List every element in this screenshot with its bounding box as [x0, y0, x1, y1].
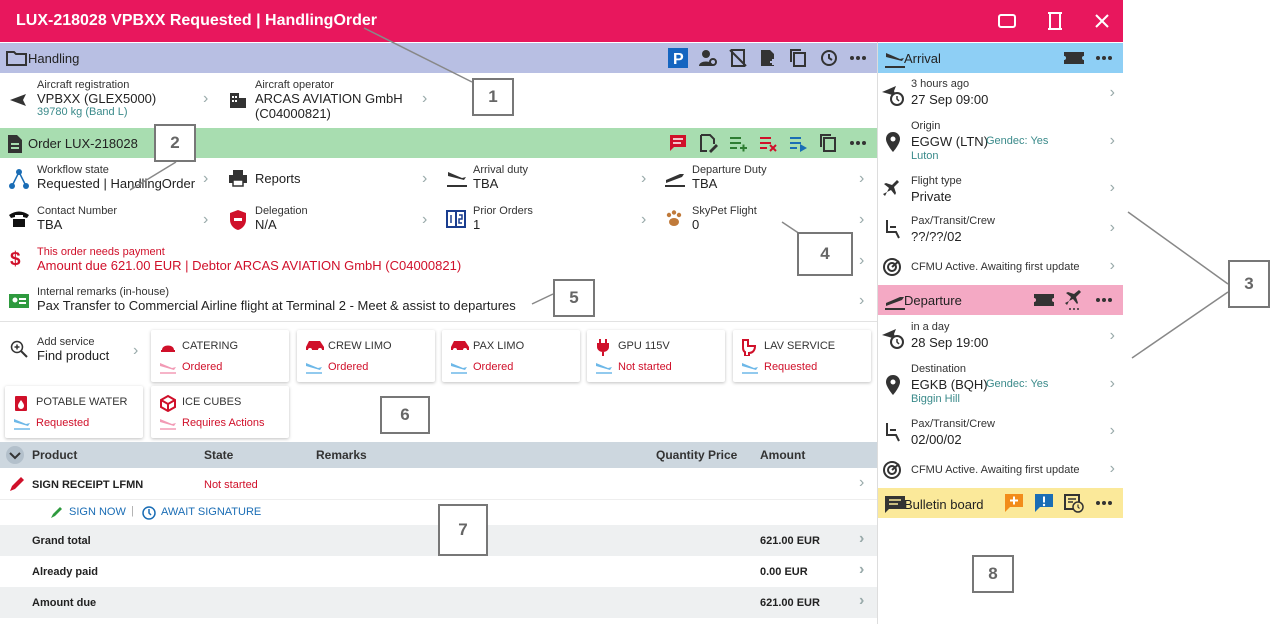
callout-5: 5: [553, 279, 595, 317]
callout-4: 4: [797, 232, 853, 276]
callout-2: 2: [154, 124, 196, 162]
callout-8: 8: [972, 555, 1014, 593]
callout-6: 6: [380, 396, 430, 434]
callout-7: 7: [438, 504, 488, 556]
callout-1: 1: [472, 78, 514, 116]
annotation-lines: [129, 27, 1229, 359]
callout-3: 3: [1228, 260, 1270, 308]
